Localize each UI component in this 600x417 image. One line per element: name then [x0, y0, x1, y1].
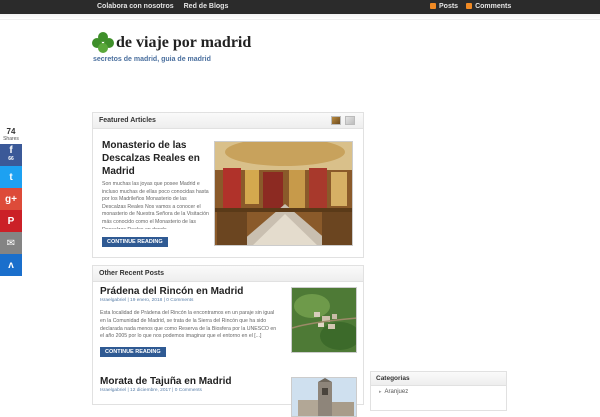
clover-icon	[92, 32, 114, 54]
share-buttons: f 66 t g+ P ✉ ʌ	[0, 144, 22, 276]
recent-posts-header: Other Recent Posts	[93, 266, 363, 282]
nav-link-red-de-blogs[interactable]: Red de Blogs	[184, 3, 229, 10]
comments-feed-link[interactable]: Comments	[466, 3, 511, 10]
post-title[interactable]: Morata de Tajuña en Madrid	[100, 376, 232, 387]
header-divider	[0, 14, 600, 20]
rss-icon	[430, 3, 436, 9]
category-item[interactable]: Aranjuez	[371, 386, 506, 398]
top-navigation-bar: Colabora con nosotros Red de Blogs Posts…	[0, 0, 600, 14]
rss-icon	[466, 3, 473, 9]
site-tagline: secretos de madrid, guia de madrid	[93, 56, 211, 63]
featured-articles-heading: Featured Articles	[99, 117, 156, 124]
featured-article-image[interactable]	[214, 141, 353, 246]
social-share-bar: 74 Shares f 66 t g+ P ✉ ʌ	[0, 128, 22, 276]
site-title: de viaje por madrid	[116, 34, 252, 51]
nav-link-colabora[interactable]: Colabora con nosotros	[97, 3, 174, 10]
sumome-share-button[interactable]: ʌ	[0, 254, 22, 276]
post-excerpt: Esta localidad de Prádena del Rincón la …	[100, 310, 277, 340]
featured-thumbnails	[331, 116, 355, 125]
featured-thumbnail-2[interactable]	[345, 116, 355, 125]
featured-articles-panel: Featured Articles Monasterio de las Desc…	[92, 112, 364, 258]
post-image[interactable]	[291, 287, 357, 353]
categories-header: Categorias	[371, 372, 506, 386]
facebook-share-button[interactable]: f 66	[0, 144, 22, 166]
featured-article-excerpt: Son muchas las joyas que posee Madrid e …	[102, 181, 209, 229]
share-count-label: Shares	[3, 136, 19, 142]
feed-links: Posts Comments	[430, 3, 511, 10]
pinterest-icon: P	[7, 215, 15, 227]
featured-articles-header: Featured Articles	[93, 113, 363, 129]
recent-posts-panel: Other Recent Posts Prádena del Rincón en…	[92, 265, 364, 417]
post-meta: Israelgabriel | 19 enero, 2018 | 0 Comme…	[100, 298, 194, 303]
posts-feed-label: Posts	[439, 3, 459, 10]
site-logo[interactable]: de viaje por madrid	[92, 32, 251, 54]
share-count: 74	[6, 127, 16, 136]
posts-feed-link[interactable]: Posts	[430, 3, 458, 10]
google-plus-icon: g+	[5, 193, 17, 205]
email-icon: ✉	[6, 237, 16, 249]
twitter-share-button[interactable]: t	[0, 166, 22, 188]
categories-widget: Categorias Aranjuez	[370, 371, 507, 411]
comments-feed-label: Comments	[475, 3, 512, 10]
top-nav-links: Colabora con nosotros Red de Blogs	[97, 3, 228, 10]
church-tower-image	[292, 378, 356, 416]
monastery-interior-image	[215, 142, 352, 245]
facebook-icon: f	[9, 145, 13, 156]
twitter-icon: t	[9, 171, 13, 183]
post-continue-reading-button[interactable]: CONTINUE READING	[100, 347, 166, 357]
facebook-share-count: 66	[8, 156, 14, 162]
google-plus-share-button[interactable]: g+	[0, 188, 22, 210]
sumome-icon: ʌ	[8, 259, 14, 271]
village-aerial-image	[292, 288, 356, 352]
featured-continue-reading-button[interactable]: CONTINUE READING	[102, 237, 168, 247]
post-title[interactable]: Prádena del Rincón en Madrid	[100, 286, 243, 297]
categories-heading: Categorias	[376, 375, 410, 382]
recent-posts-heading: Other Recent Posts	[99, 270, 164, 277]
featured-thumbnail-1[interactable]	[331, 116, 341, 125]
email-share-button[interactable]: ✉	[0, 232, 22, 254]
post-meta: Israelgabriel | 12 diciembre, 2017 | 0 C…	[100, 388, 202, 393]
pinterest-share-button[interactable]: P	[0, 210, 22, 232]
featured-article-title[interactable]: Monasterio de las Descalzas Reales en Ma…	[102, 139, 206, 178]
post-image[interactable]	[291, 377, 357, 417]
